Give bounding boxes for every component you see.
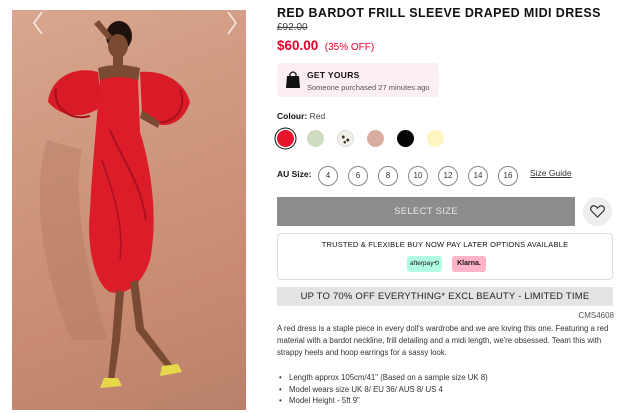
size-option-14[interactable]: 14 (468, 166, 488, 186)
product-description: A red dress is a staple piece in every d… (277, 324, 609, 358)
colour-label: Colour: (277, 111, 308, 121)
original-price: £92.00 (277, 22, 308, 33)
social-proof-banner: GET YOURS Someone purchased 27 minutes a… (277, 63, 439, 97)
bnpl-title: TRUSTED & FLEXIBLE BUY NOW PAY LATER OPT… (321, 240, 569, 249)
select-size-button[interactable]: SELECT SIZE (277, 197, 575, 226)
swatch-sage[interactable] (307, 130, 324, 147)
size-option-4[interactable]: 4 (318, 166, 338, 186)
get-yours-title: GET YOURS (307, 70, 360, 80)
size-option-10[interactable]: 10 (408, 166, 428, 186)
size-option-8[interactable]: 8 (378, 166, 398, 186)
colour-selection-label: Colour: Red (277, 111, 325, 121)
list-item: Model Height - 5ft 9" (277, 395, 488, 407)
swatch-red[interactable] (277, 130, 294, 147)
product-details-list: Length approx 105cm/41" (Based on a samp… (277, 372, 488, 407)
swatch-blush[interactable] (367, 130, 384, 147)
bnpl-options-box: TRUSTED & FLEXIBLE BUY NOW PAY LATER OPT… (277, 233, 613, 280)
discount-label: (35% OFF) (324, 42, 375, 53)
previous-image-arrow-icon[interactable] (32, 10, 44, 36)
klarna-badge[interactable]: Klarna. (452, 256, 486, 272)
size-option-6[interactable]: 6 (348, 166, 368, 186)
product-code: CMS4608 (578, 311, 614, 320)
shopping-bag-icon (286, 71, 300, 88)
list-item: Model wears size UK 8/ EU 36/ AUS 8/ US … (277, 384, 488, 396)
model-in-red-dress-photo (39, 20, 190, 388)
product-title: RED BARDOT FRILL SLEEVE DRAPED MIDI DRES… (277, 6, 601, 20)
sale-price: $60.00 (277, 38, 319, 53)
get-yours-subtitle: Someone purchased 27 minutes ago (307, 83, 430, 92)
wishlist-button[interactable] (583, 197, 612, 226)
swatch-pale-yellow[interactable] (427, 130, 444, 147)
size-option-12[interactable]: 12 (438, 166, 458, 186)
price-row: $60.00 (35% OFF) (277, 37, 374, 55)
list-item: Length approx 105cm/41" (Based on a samp… (277, 372, 488, 384)
size-option-16[interactable]: 16 (498, 166, 518, 186)
swatch-black[interactable] (397, 130, 414, 147)
swatch-polka-dot[interactable] (337, 130, 354, 147)
selected-colour: Red (309, 111, 326, 121)
next-image-arrow-icon[interactable] (226, 10, 238, 36)
afterpay-badge[interactable]: afterpay⟲ (407, 256, 442, 272)
product-image[interactable] (12, 10, 246, 410)
size-guide-link[interactable]: Size Guide (530, 168, 572, 178)
size-label: AU Size: (277, 169, 312, 179)
heart-icon (590, 205, 605, 218)
promo-banner[interactable]: UP TO 70% OFF EVERYTHING* EXCL BEAUTY - … (277, 287, 613, 306)
